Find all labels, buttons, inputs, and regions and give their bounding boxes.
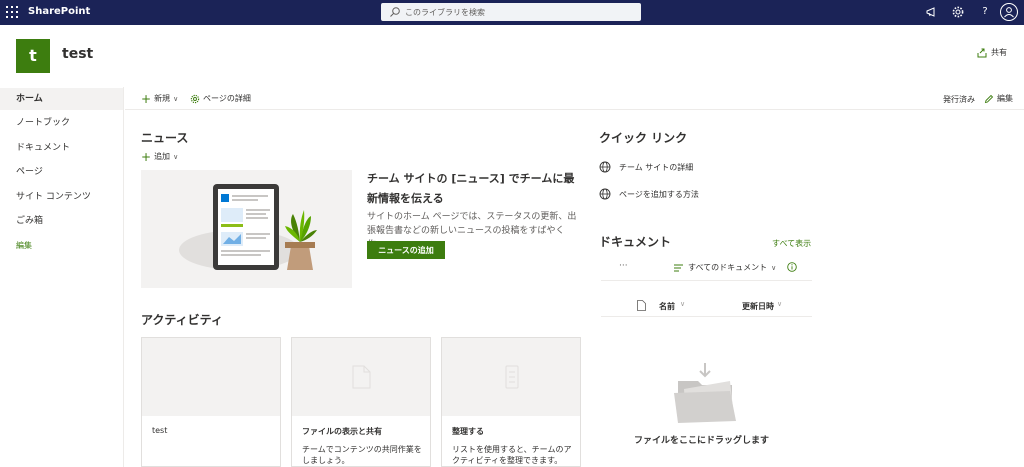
chevron-down-icon[interactable]: ∨ [680,300,685,308]
column-modified[interactable]: 更新日時 [742,301,774,312]
show-all-link[interactable]: すべて表示 [772,238,811,249]
globe-icon [599,161,611,173]
suite-bar: SharePoint ? [0,0,1024,25]
search-box[interactable] [381,3,641,21]
nav-item-notebook[interactable]: ノートブック [0,112,123,134]
quick-link-label: ページを追加する方法 [619,189,699,199]
activity-card[interactable]: test [141,337,281,467]
site-title[interactable]: test [62,46,93,62]
news-promo-title: チーム サイトの [ニュース] でチームに最新情報を伝える [367,172,575,205]
quick-link-item[interactable]: ページを追加する方法 [599,188,699,200]
site-logo[interactable]: t [16,39,50,73]
chevron-down-icon: ∨ [173,152,179,161]
publish-status: 発行済み [943,95,975,104]
chevron-down-icon: ∨ [173,94,179,103]
command-bar [125,87,1024,110]
quick-links-heading: クイック リンク [599,131,688,145]
add-news-button[interactable]: ニュースの追加 [367,241,445,259]
quick-link-label: チーム サイトの詳細 [619,162,694,172]
view-selector[interactable]: すべてのドキュメント ∨ [674,262,776,273]
card-thumbnail [142,338,280,416]
plus-icon: + [141,91,152,106]
page-details-button[interactable]: ページの詳細 [190,93,251,104]
gear-icon[interactable] [951,5,965,19]
view-label: すべてのドキュメント [688,263,768,272]
gear-icon [190,94,200,103]
nav-item-recycle-bin[interactable]: ごみ箱 [0,210,123,232]
avatar[interactable] [1000,3,1018,21]
share-button[interactable]: 共有 [977,47,1007,58]
new-button[interactable]: + 新規 ∨ [141,91,179,106]
search-icon [390,7,400,17]
plus-icon: + [141,149,152,164]
new-label: 新規 [154,94,171,103]
column-name[interactable]: 名前 [659,301,675,312]
card-thumbnail [292,338,430,416]
nav-item-home[interactable]: ホーム [0,88,123,110]
card-title: 整理する [452,427,484,436]
chevron-down-icon[interactable]: ∨ [777,300,782,308]
empty-folder-illustration [674,363,736,423]
news-illustration [141,170,352,288]
activity-heading: アクティビティ [141,313,223,327]
add-label: 追加 [154,152,171,161]
edit-page-button[interactable]: 編集 [984,93,1013,104]
more-options-button[interactable]: ··· [619,261,628,271]
file-type-icon [637,300,646,311]
nav-item-site-contents[interactable]: サイト コンテンツ [0,186,123,208]
activity-card[interactable]: 整理する リストを使用すると、チームのアクティビティを整理できます。 [441,337,581,467]
chevron-down-icon: ∨ [771,263,777,272]
search-input[interactable] [405,5,635,19]
list-view-icon [674,264,683,271]
info-icon[interactable] [787,262,797,272]
app-launcher-icon[interactable] [6,6,18,18]
share-icon [977,48,987,57]
drop-files-message: ファイルをここにドラッグします [634,436,770,446]
nav-item-documents[interactable]: ドキュメント [0,137,123,159]
activity-card[interactable]: ファイルの表示と共有 チームでコンテンツの共同作業をしましょう。 [291,337,431,467]
page-details-label: ページの詳細 [203,94,251,103]
card-description: リストを使用すると、チームのアクティビティを整理できます。 [452,445,572,465]
globe-icon [599,188,611,200]
nav-edit-link[interactable]: 編集 [0,235,123,257]
megaphone-icon[interactable] [925,5,939,19]
add-news-link[interactable]: + 追加 ∨ [141,149,179,164]
tablet-plant-illustration [179,184,317,270]
help-icon[interactable]: ? [978,5,992,19]
nav-item-pages[interactable]: ページ [0,161,123,183]
card-title: test [152,426,168,435]
documents-heading: ドキュメント [599,235,672,249]
documents-toolbar: ··· すべてのドキュメント ∨ [601,259,812,281]
news-heading: ニュース [141,131,189,145]
share-label: 共有 [991,48,1007,57]
list-icon [505,365,519,389]
card-description: チームでコンテンツの共同作業をしましょう。 [302,445,422,465]
brand-name[interactable]: SharePoint [28,6,90,17]
card-thumbnail [442,338,580,416]
edit-page-label: 編集 [997,94,1013,103]
quick-link-item[interactable]: チーム サイトの詳細 [599,161,693,173]
card-title: ファイルの表示と共有 [302,427,382,436]
documents-column-header: 名前 ∨ 更新日時 ∨ [601,295,812,317]
pencil-icon [984,94,994,103]
document-icon [352,365,371,389]
user-icon [1004,7,1014,18]
